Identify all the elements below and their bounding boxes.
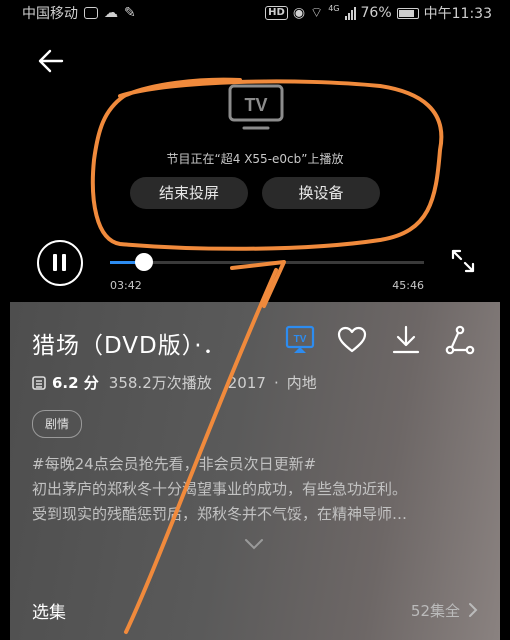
battery-percent: 76% — [360, 5, 392, 21]
cast-icon-text: TV — [294, 334, 307, 345]
description-line: #每晚24点会员抢先看，非会员次日更新# — [32, 455, 317, 473]
total-time: 45:46 — [392, 279, 424, 292]
cast-status-message: 节目正在“超4 X55-e0cb”上播放 — [166, 152, 344, 166]
fullscreen-icon[interactable] — [450, 248, 476, 274]
status-left: 中国移动 ☁ ✎ — [22, 3, 136, 23]
region: 内地 — [286, 374, 317, 392]
action-icons: TV — [10, 324, 500, 358]
chevron-right-icon — [469, 603, 478, 617]
screen: 中国移动 ☁ ✎ HD ◉ ⌔ 4G 76% 中午11:33 TV 节目正在“超… — [0, 0, 510, 640]
episodes-row[interactable]: 选集 52集全 — [10, 592, 500, 628]
play-count: 358.2万次播放 — [108, 374, 212, 392]
share-icon[interactable] — [444, 324, 476, 356]
clock: 中午11:33 — [423, 6, 492, 22]
app-notification-icon-2: ✎ — [124, 5, 136, 21]
video-player: TV 节目正在“超4 X55-e0cb”上播放 结束投屏 换设备 03:42 4… — [10, 24, 500, 302]
network-type: 4G — [328, 3, 340, 13]
video-details: 猎场（DVD版）·． TV 6.2 分 358.2万次播放 2017 · 内地 … — [10, 302, 500, 640]
hd-icon: HD — [265, 6, 288, 20]
release-year: 2017 — [227, 373, 266, 392]
description-line: 初出茅庐的郑秋冬十分渴望事业的成功，有些急功近利。 — [32, 480, 408, 498]
heart-icon[interactable] — [336, 324, 368, 356]
screen-mirror-icon — [84, 7, 98, 19]
episodes-count: 52集全 — [410, 602, 460, 620]
tv-icon-text: TV — [244, 95, 267, 115]
genre-tag[interactable]: 剧情 — [32, 410, 83, 438]
eye-icon: ◉ — [292, 5, 306, 21]
status-right: HD ◉ ⌔ 4G 76% 中午11:33 — [265, 3, 492, 23]
rating-icon — [32, 375, 46, 390]
app-notification-icon: ☁ — [104, 5, 118, 21]
pause-icon[interactable] — [37, 240, 83, 286]
video-meta: 6.2 分 358.2万次播放 2017 · 内地 — [32, 372, 317, 393]
description-line: 受到现实的残酷惩罚后，郑秋冬并不气馁，在精神导师… — [32, 505, 408, 523]
chevron-down-icon[interactable] — [244, 538, 264, 550]
battery-icon — [396, 7, 419, 19]
meta-dot: · — [273, 373, 279, 392]
current-time: 03:42 — [110, 279, 142, 292]
seek-bar-handle[interactable] — [134, 253, 153, 271]
signal-icon — [344, 6, 356, 20]
episodes-label: 选集 — [32, 603, 66, 623]
status-bar: 中国移动 ☁ ✎ HD ◉ ⌔ 4G 76% 中午11:33 — [0, 0, 510, 24]
cast-icon[interactable]: TV — [284, 324, 316, 356]
download-icon[interactable] — [390, 324, 422, 356]
seek-bar[interactable] — [110, 253, 424, 271]
end-cast-button[interactable]: 结束投屏 — [130, 177, 248, 209]
carrier-label: 中国移动 — [22, 6, 78, 22]
wifi-icon: ⌔ — [310, 5, 324, 21]
back-arrow-icon[interactable] — [36, 46, 66, 76]
switch-device-button[interactable]: 换设备 — [262, 177, 380, 209]
rating-score: 6.2 分 — [52, 374, 99, 392]
tv-icon: TV — [228, 84, 284, 130]
description[interactable]: #每晚24点会员抢先看，非会员次日更新# 初出茅庐的郑秋冬十分渴望事业的成功，有… — [32, 452, 472, 527]
